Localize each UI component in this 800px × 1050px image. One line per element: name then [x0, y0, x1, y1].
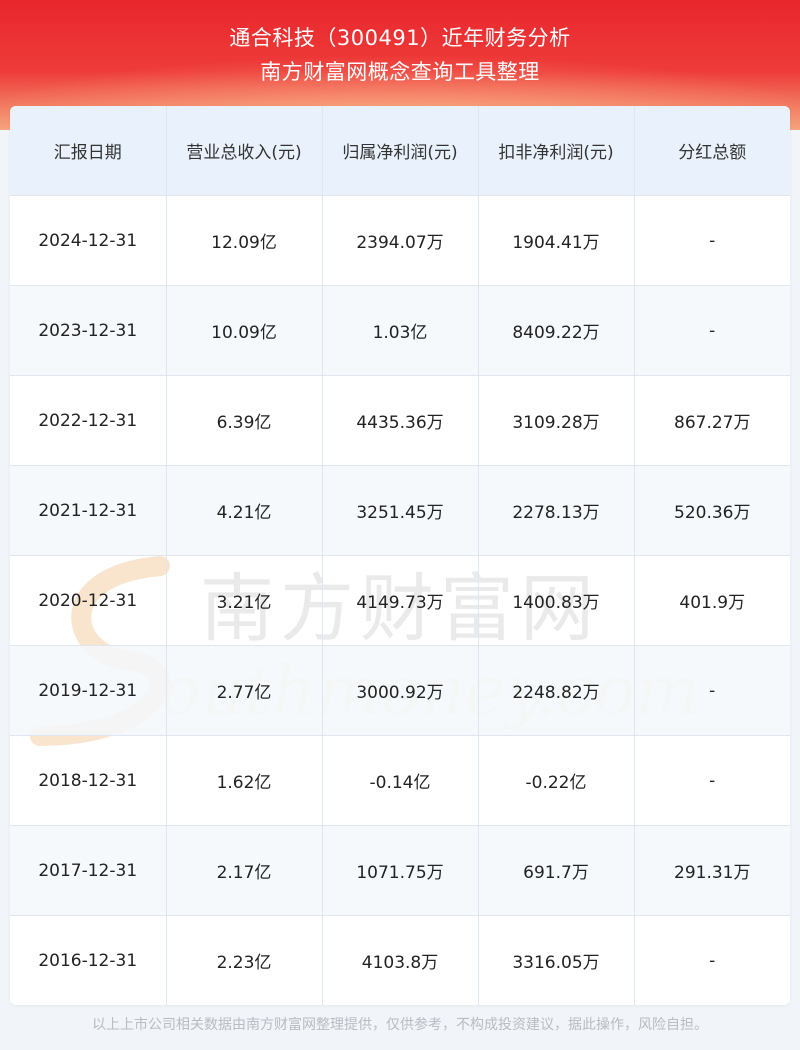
cell-date: 2021-12-31: [10, 465, 167, 556]
cell-deducted-profit: 691.7万: [478, 825, 635, 916]
cell-net-profit: 1.03亿: [322, 285, 479, 376]
cell-net-profit: -0.14亿: [322, 735, 479, 826]
table-row: 2021-12-31 4.21亿 3251.45万 2278.13万 520.36万: [10, 465, 790, 556]
cell-dividend: -: [634, 735, 790, 826]
cell-date: 2016-12-31: [10, 915, 167, 1005]
cell-revenue: 12.09亿: [166, 195, 323, 286]
page-subtitle: 南方财富网概念查询工具整理: [260, 60, 540, 84]
cell-deducted-profit: 1400.83万: [478, 555, 635, 646]
financial-table-card: 南方财富网 outhmoney.com 汇报日期 营业总收入(元) 归属净利润(…: [10, 106, 790, 1005]
cell-net-profit: 2394.07万: [322, 195, 479, 286]
table-row: 2022-12-31 6.39亿 4435.36万 3109.28万 867.27万: [10, 375, 790, 466]
cell-dividend: 867.27万: [634, 375, 790, 466]
cell-date: 2019-12-31: [10, 645, 167, 736]
cell-revenue: 6.39亿: [166, 375, 323, 466]
cell-revenue: 1.62亿: [166, 735, 323, 826]
cell-net-profit: 4103.8万: [322, 915, 479, 1005]
table-row: 2024-12-31 12.09亿 2394.07万 1904.41万 -: [10, 195, 790, 286]
cell-revenue: 2.23亿: [166, 915, 323, 1005]
cell-dividend: -: [634, 285, 790, 376]
cell-deducted-profit: 1904.41万: [478, 195, 635, 286]
cell-dividend: 291.31万: [634, 825, 790, 916]
cell-revenue: 10.09亿: [166, 285, 323, 376]
table-row: 2019-12-31 2.77亿 3000.92万 2248.82万 -: [10, 645, 790, 736]
cell-date: 2020-12-31: [10, 555, 167, 646]
cell-net-profit: 3000.92万: [322, 645, 479, 736]
cell-deducted-profit: -0.22亿: [478, 735, 635, 826]
column-header-revenue: 营业总收入(元): [166, 106, 323, 196]
cell-dividend: -: [634, 645, 790, 736]
column-header-deducted-profit: 扣非净利润(元): [478, 106, 635, 196]
table-row: 2020-12-31 3.21亿 4149.73万 1400.83万 401.9万: [10, 555, 790, 646]
table-header-row: 汇报日期 营业总收入(元) 归属净利润(元) 扣非净利润(元) 分红总额: [10, 106, 790, 196]
cell-net-profit: 4435.36万: [322, 375, 479, 466]
table-row: 2023-12-31 10.09亿 1.03亿 8409.22万 -: [10, 285, 790, 376]
cell-date: 2022-12-31: [10, 375, 167, 466]
cell-revenue: 2.17亿: [166, 825, 323, 916]
cell-revenue: 4.21亿: [166, 465, 323, 556]
cell-net-profit: 3251.45万: [322, 465, 479, 556]
cell-revenue: 3.21亿: [166, 555, 323, 646]
column-header-date: 汇报日期: [10, 106, 167, 196]
cell-deducted-profit: 3316.05万: [478, 915, 635, 1005]
cell-deducted-profit: 2248.82万: [478, 645, 635, 736]
cell-dividend: -: [709, 950, 716, 971]
page-title: 通合科技（300491）近年财务分析: [229, 26, 571, 50]
cell-net-profit: 1071.75万: [322, 825, 479, 916]
cell-dividend: 520.36万: [634, 465, 790, 556]
cell-date: 2018-12-31: [10, 735, 167, 826]
cell-dividend: 401.9万: [634, 555, 790, 646]
cell-deducted-profit: 3109.28万: [478, 375, 635, 466]
cell-date: 2017-12-31: [10, 825, 167, 916]
column-header-net-profit: 归属净利润(元): [322, 106, 479, 196]
table-row: 2018-12-31 1.62亿 -0.14亿 -0.22亿 -: [10, 735, 790, 826]
cell-date: 2023-12-31: [10, 285, 167, 376]
footer-disclaimer: 以上上市公司相关数据由南方财富网整理提供，仅供参考，不构成投资建议，据此操作，风…: [92, 1017, 708, 1033]
cell-date: 2024-12-31: [10, 195, 167, 286]
financial-table: 汇报日期 营业总收入(元) 归属净利润(元) 扣非净利润(元) 分红总额 202…: [10, 106, 790, 1005]
cell-revenue: 2.77亿: [166, 645, 323, 736]
column-header-dividend: 分红总额: [634, 106, 790, 196]
cell-deducted-profit: 2278.13万: [478, 465, 635, 556]
cell-net-profit: 4149.73万: [322, 555, 479, 646]
cell-deducted-profit: 8409.22万: [478, 285, 635, 376]
cell-dividend: -: [634, 195, 790, 286]
table-row: 2017-12-31 2.17亿 1071.75万 691.7万 291.31万: [10, 825, 790, 916]
table-row: 2016-12-31 2.23亿 4103.8万 3316.05万 -: [10, 915, 790, 1005]
